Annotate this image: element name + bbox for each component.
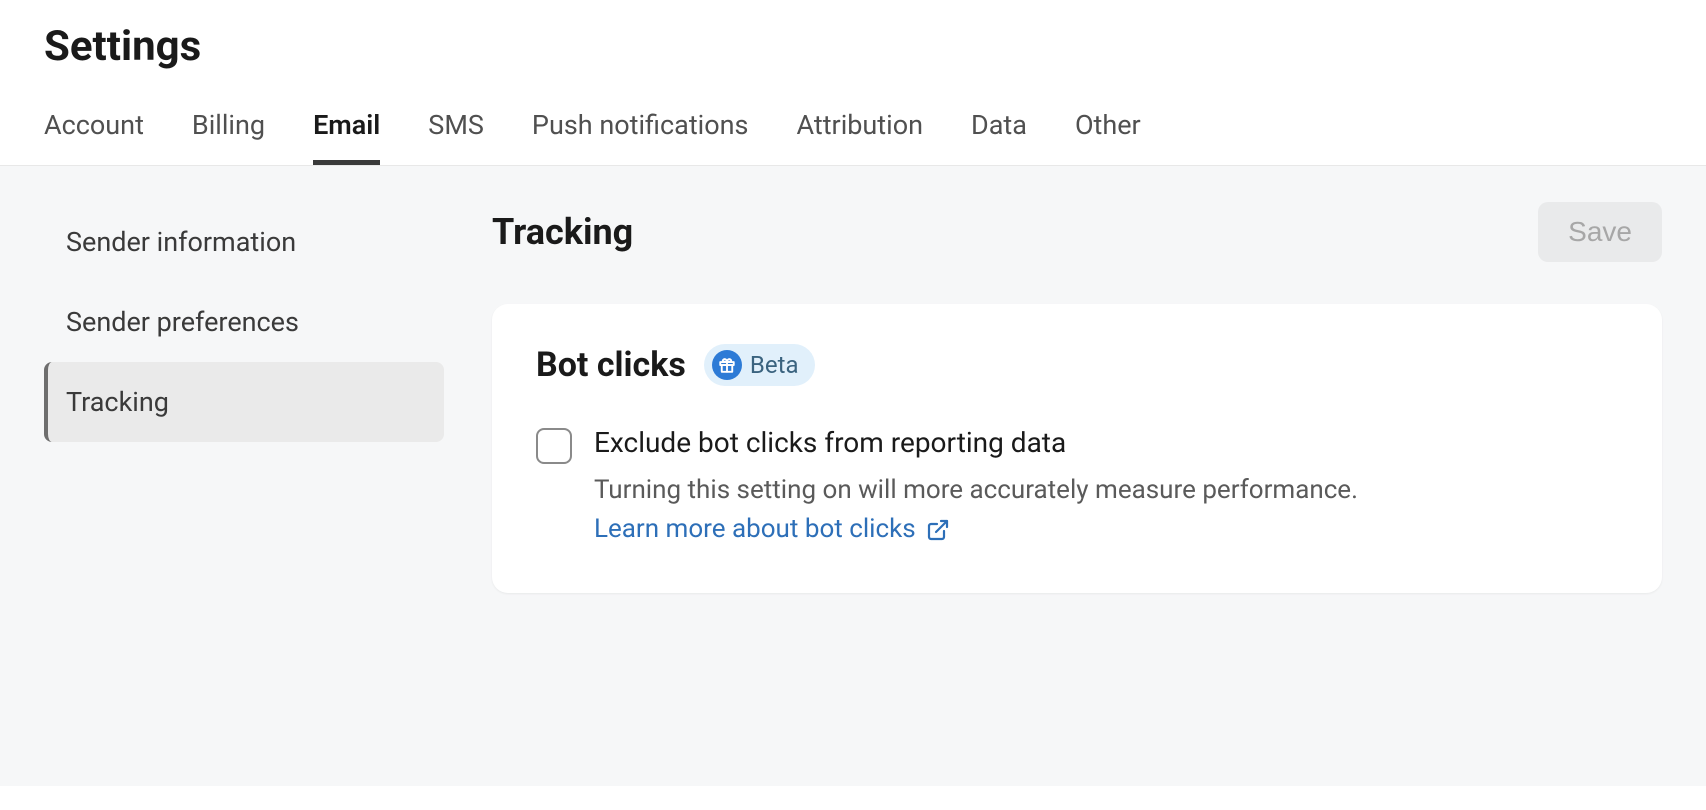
learn-more-text: Learn more about bot clicks	[594, 510, 916, 549]
tab-other[interactable]: Other	[1075, 109, 1141, 165]
section-title: Tracking	[492, 211, 633, 253]
external-link-icon	[926, 518, 950, 542]
gift-icon	[712, 350, 742, 380]
option-row: Exclude bot clicks from reporting data T…	[536, 426, 1618, 549]
bot-clicks-card: Bot clicks Beta	[492, 304, 1662, 593]
option-description: Turning this setting on will more accura…	[594, 471, 1618, 549]
beta-badge-label: Beta	[750, 351, 799, 379]
sidebar-item-sender-information[interactable]: Sender information	[44, 202, 444, 282]
tab-sms[interactable]: SMS	[428, 109, 484, 165]
option-label: Exclude bot clicks from reporting data	[594, 426, 1618, 459]
tab-email[interactable]: Email	[313, 109, 380, 165]
main-panel: Tracking Save Bot clicks B	[492, 202, 1662, 750]
tab-attribution[interactable]: Attribution	[796, 109, 923, 165]
tab-data[interactable]: Data	[971, 109, 1027, 165]
sidebar-item-tracking[interactable]: Tracking	[44, 362, 444, 442]
option-desc-text: Turning this setting on will more accura…	[594, 475, 1358, 505]
page-title: Settings	[0, 0, 1706, 81]
main-header: Tracking Save	[492, 202, 1662, 262]
side-nav: Sender information Sender preferences Tr…	[44, 202, 444, 750]
tab-account[interactable]: Account	[44, 109, 144, 165]
tab-billing[interactable]: Billing	[192, 109, 265, 165]
learn-more-link[interactable]: Learn more about bot clicks	[594, 510, 950, 549]
beta-badge: Beta	[704, 344, 815, 386]
sidebar-item-sender-preferences[interactable]: Sender preferences	[44, 282, 444, 362]
card-heading-row: Bot clicks Beta	[536, 344, 1618, 386]
option-text: Exclude bot clicks from reporting data T…	[594, 426, 1618, 549]
top-tabs: Account Billing Email SMS Push notificat…	[0, 81, 1706, 166]
tab-push-notifications[interactable]: Push notifications	[532, 109, 749, 165]
card-heading: Bot clicks	[536, 345, 686, 385]
content-area: Sender information Sender preferences Tr…	[0, 166, 1706, 786]
exclude-bot-clicks-checkbox[interactable]	[536, 428, 572, 464]
save-button[interactable]: Save	[1538, 202, 1662, 262]
